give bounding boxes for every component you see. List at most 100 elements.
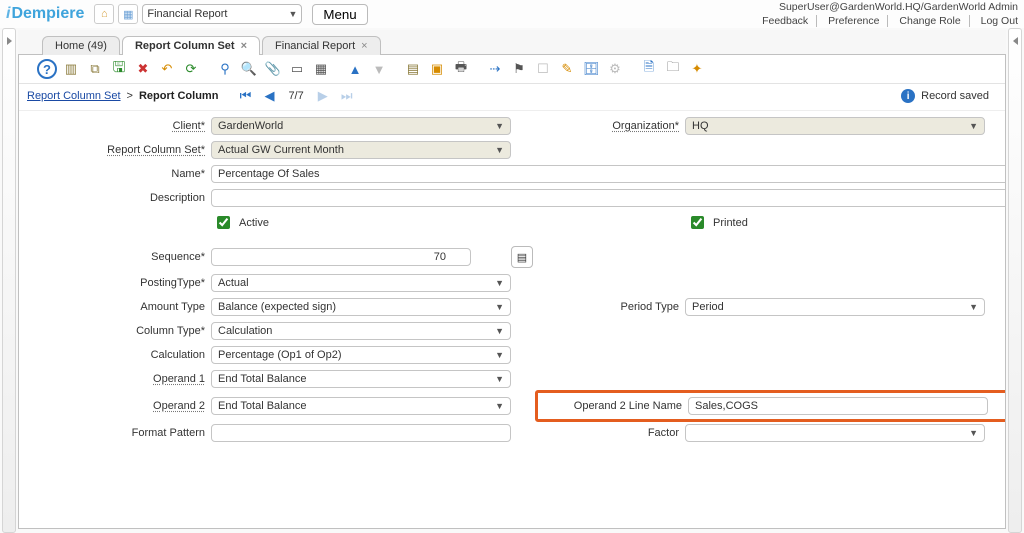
field-calculation[interactable]: Percentage (Op1 of Op2) ▼: [211, 346, 511, 364]
chevron-down-icon: ▼: [969, 298, 978, 316]
label-period-type: Period Type: [620, 301, 685, 313]
field-client[interactable]: GardenWorld ▼: [211, 117, 511, 135]
label-operand-2: Operand 2: [153, 400, 211, 412]
field-column-type[interactable]: Calculation ▼: [211, 322, 511, 340]
form-grid: Client GardenWorld ▼ Organization HQ ▼ R…: [19, 111, 1005, 450]
input-name[interactable]: [211, 165, 1005, 183]
checkbox-active-input[interactable]: [217, 216, 230, 229]
link-change-role[interactable]: Change Role: [891, 15, 969, 27]
copy-record-icon[interactable]: ⧉: [85, 59, 105, 79]
field-period-type[interactable]: Period ▼: [685, 298, 985, 316]
link-feedback[interactable]: Feedback: [754, 15, 817, 27]
product-info-icon[interactable]: ✎: [557, 59, 577, 79]
workflow-icon[interactable]: ⚑: [509, 59, 529, 79]
chevron-down-icon: ▼: [288, 9, 297, 19]
report-icon[interactable]: ▤: [403, 59, 423, 79]
left-panel-expand[interactable]: [2, 28, 16, 533]
parent-record-icon[interactable]: ▲: [345, 59, 365, 79]
chevron-down-icon: ▼: [969, 424, 978, 442]
label-client: Client: [173, 120, 211, 132]
checkbox-printed-input[interactable]: [691, 216, 704, 229]
right-panel-expand[interactable]: [1008, 28, 1022, 533]
save-icon[interactable]: 🖫: [109, 59, 129, 79]
link-preference[interactable]: Preference: [820, 15, 888, 27]
field-organization[interactable]: HQ ▼: [685, 117, 985, 135]
previous-record-icon[interactable]: ◀: [260, 88, 278, 104]
first-record-icon[interactable]: ⏮: [236, 88, 254, 104]
field-client-value: GardenWorld: [218, 117, 283, 135]
archive-icon[interactable]: ▣: [427, 59, 447, 79]
find-icon[interactable]: ⚲: [215, 59, 235, 79]
calendar-icon[interactable]: ▦: [118, 4, 138, 24]
field-op1-value: End Total Balance: [218, 370, 306, 388]
breadcrumb-separator: >: [127, 90, 133, 102]
label-description: Description: [150, 192, 211, 204]
label-column-type: Column Type: [136, 325, 211, 337]
import-file-icon[interactable]: 🗀: [663, 59, 683, 79]
attachment-icon[interactable]: 📎: [263, 59, 283, 79]
last-record-icon: ⏭: [338, 88, 356, 104]
label-amount-type: Amount Type: [140, 301, 211, 313]
tab-financial-report[interactable]: Financial Report ×: [262, 36, 381, 55]
undo-icon[interactable]: ↶: [157, 59, 177, 79]
global-search-value: Financial Report: [147, 8, 227, 20]
field-amount-type[interactable]: Balance (expected sign) ▼: [211, 298, 511, 316]
chevron-down-icon: ▼: [495, 346, 504, 364]
status-message: i Record saved: [901, 89, 997, 103]
tab-home[interactable]: Home (49): [42, 36, 120, 55]
print-icon[interactable]: 🖶: [451, 59, 471, 79]
label-organization: Organization: [612, 120, 685, 132]
field-operand-1[interactable]: End Total Balance ▼: [211, 370, 511, 388]
tab-report-column-set[interactable]: Report Column Set ×: [122, 36, 260, 55]
menu-button[interactable]: Menu: [312, 4, 367, 25]
label-factor: Factor: [648, 427, 685, 439]
app-logo: iiDempiereDempiere: [6, 5, 84, 23]
field-posting-value: Actual: [218, 274, 249, 292]
label-posting-type: PostingType: [140, 277, 211, 289]
close-icon[interactable]: ×: [361, 40, 367, 52]
home-icon[interactable]: ⌂: [94, 4, 114, 24]
close-icon[interactable]: ×: [241, 40, 247, 52]
checkbox-printed[interactable]: Printed: [685, 213, 985, 232]
new-record-icon[interactable]: ▥: [61, 59, 81, 79]
top-bar: iiDempiereDempiere ⌂ ▦ Financial Report …: [0, 0, 1024, 28]
export-icon[interactable]: 🗎: [639, 59, 659, 79]
help-icon[interactable]: ?: [37, 59, 57, 79]
input-sequence[interactable]: [211, 248, 471, 266]
toolbar: ? ▥ ⧉ 🖫 ✖ ↶ ⟳ ⚲ 🔍 📎 ▭ ▦ ▲ ▼ ▤ ▣ 🖶 ⇢ ⚑ ☐ …: [19, 55, 1005, 84]
field-organization-value: HQ: [692, 117, 709, 135]
info-icon: i: [901, 89, 915, 103]
header-links: Feedback Preference Change Role Log Out: [754, 15, 1018, 27]
field-calc-value: Percentage (Op1 of Op2): [218, 346, 342, 364]
archive-viewer-icon[interactable]: 🗄: [581, 59, 601, 79]
chevron-down-icon: ▼: [495, 298, 504, 316]
input-description[interactable]: [211, 189, 1005, 207]
input-operand-2-line-name[interactable]: [688, 397, 988, 415]
field-posting-type[interactable]: Actual ▼: [211, 274, 511, 292]
user-block: SuperUser@GardenWorld.HQ/GardenWorld Adm…: [754, 1, 1018, 27]
user-identity: SuperUser@GardenWorld.HQ/GardenWorld Adm…: [754, 1, 1018, 13]
checkbox-active[interactable]: Active: [211, 213, 511, 232]
label-report-column-set: Report Column Set: [107, 144, 211, 156]
customize-icon[interactable]: ✦: [687, 59, 707, 79]
field-operand-2[interactable]: End Total Balance ▼: [211, 397, 511, 415]
breadcrumb-parent-link[interactable]: Report Column Set: [27, 90, 121, 102]
global-search-combo[interactable]: Financial Report ▼: [142, 4, 302, 24]
link-logout[interactable]: Log Out: [973, 15, 1018, 27]
zoom-across-icon[interactable]: ⇢: [485, 59, 505, 79]
grid-toggle-icon[interactable]: ▦: [311, 59, 331, 79]
lookup-icon[interactable]: 🔍: [239, 59, 259, 79]
chevron-down-icon: ▼: [495, 274, 504, 292]
field-factor[interactable]: ▼: [685, 424, 985, 442]
chat-icon[interactable]: ▭: [287, 59, 307, 79]
operand2-line-name-highlight: Operand 2 Line Name: [535, 390, 1005, 422]
field-report-column-set[interactable]: Actual GW Current Month ▼: [211, 141, 511, 159]
delete-icon[interactable]: ✖: [133, 59, 153, 79]
refresh-icon[interactable]: ⟳: [181, 59, 201, 79]
label-operand-2-line-name: Operand 2 Line Name: [574, 400, 688, 412]
checkbox-active-label: Active: [239, 217, 269, 229]
input-format-pattern[interactable]: [211, 424, 511, 442]
sequence-calc-button[interactable]: ▤: [511, 246, 533, 268]
tab-label: Home (49): [55, 40, 107, 52]
status-text: Record saved: [921, 90, 989, 102]
